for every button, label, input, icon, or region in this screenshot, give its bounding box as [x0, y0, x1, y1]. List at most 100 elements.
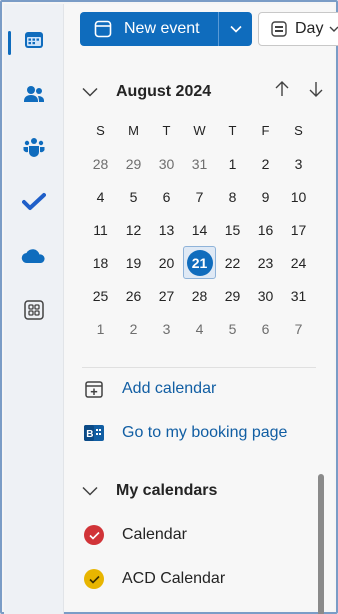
calendar-day[interactable]: 2 [117, 312, 150, 345]
new-event-icon [94, 20, 112, 38]
rail-teams-button[interactable] [4, 126, 64, 170]
chevron-down-icon [329, 26, 338, 33]
calendar-day[interactable]: 8 [216, 180, 249, 213]
calendar-week-row: 18 19 20 21 22 23 24 [84, 246, 315, 279]
calendar-day[interactable]: 12 [117, 213, 150, 246]
calendar-add-icon [82, 379, 106, 399]
calendar-day[interactable]: 6 [150, 180, 183, 213]
checkmark-icon [88, 575, 100, 584]
rail-calendar-button[interactable] [4, 18, 64, 62]
mini-calendar-grid: SMTWTFS 28 29 30 31 1 2 3 4 5 6 7 8 9 10 11 12 13 14 15 16 1… [84, 114, 315, 345]
calendar-day[interactable]: 30 [249, 279, 282, 312]
calendar-day[interactable]: 17 [282, 213, 315, 246]
calendar-day[interactable]: 6 [249, 312, 282, 345]
weekday-header-row: SMTWTFS [84, 114, 315, 147]
calendar-day[interactable]: 27 [150, 279, 183, 312]
previous-month-button[interactable] [274, 80, 290, 98]
rail-people-button[interactable] [4, 72, 64, 116]
arrow-down-icon [309, 82, 323, 97]
calendar-day[interactable]: 31 [282, 279, 315, 312]
calendar-day[interactable]: 28 [183, 279, 216, 312]
calendar-week-row: 28 29 30 31 1 2 3 [84, 147, 315, 180]
calendar-day[interactable]: 7 [282, 312, 315, 345]
calendar-day[interactable]: 23 [249, 246, 282, 279]
calendar-day[interactable]: 19 [117, 246, 150, 279]
calendar-day[interactable]: 15 [216, 213, 249, 246]
calendar-week-row: 11 12 13 14 15 16 17 [84, 213, 315, 246]
calendar-day[interactable]: 22 [216, 246, 249, 279]
calendar-day[interactable]: 30 [150, 147, 183, 180]
mini-calendar-header: August 2024 [82, 80, 323, 104]
calendar-day[interactable]: 31 [183, 147, 216, 180]
calendar-day[interactable]: 29 [216, 279, 249, 312]
calendar-day[interactable]: 1 [216, 147, 249, 180]
calendar-sidebar-pane: New event Day August 2024 S M T W T F S … [64, 4, 338, 614]
calendar-day[interactable]: 4 [183, 312, 216, 345]
calendar-week-row: 25 26 27 28 29 30 31 [84, 279, 315, 312]
rail-onedrive-button[interactable] [4, 234, 64, 278]
calendar-day[interactable]: 5 [117, 180, 150, 213]
weekday-label: M [128, 123, 139, 138]
teams-icon [23, 138, 45, 157]
new-event-dropdown-button[interactable] [218, 12, 252, 46]
calendar-day[interactable]: 26 [117, 279, 150, 312]
calendar-day[interactable]: 3 [150, 312, 183, 345]
calendar-week-row: 4 5 6 7 8 9 10 [84, 180, 315, 213]
svg-text:B: B [86, 429, 93, 440]
chevron-down-icon [82, 87, 98, 97]
weekday-label: S [96, 123, 105, 138]
calendar-day[interactable]: 24 [282, 246, 315, 279]
calendar-item-label: ACD Calendar [122, 570, 226, 587]
calendar-day[interactable]: 2 [249, 147, 282, 180]
add-calendar-link[interactable]: Add calendar [82, 376, 216, 402]
app-rail [4, 4, 64, 614]
calendar-day-today[interactable]: 21 [183, 246, 216, 279]
calendar-day[interactable]: 14 [183, 213, 216, 246]
rail-apps-button[interactable] [4, 288, 64, 332]
checkmark-icon [88, 531, 100, 540]
scrollbar-thumb[interactable] [318, 474, 324, 614]
calendar-day[interactable]: 13 [150, 213, 183, 246]
weekday-label: F [261, 123, 270, 138]
collapse-month-button[interactable] [82, 87, 98, 97]
calendar-day[interactable]: 29 [117, 147, 150, 180]
new-event-button[interactable]: New event [80, 12, 252, 46]
calendar-day[interactable]: 11 [84, 213, 117, 246]
calendar-day[interactable]: 9 [249, 180, 282, 213]
calendar-day[interactable]: 4 [84, 180, 117, 213]
calendar-day[interactable]: 20 [150, 246, 183, 279]
add-calendar-label: Add calendar [122, 380, 217, 397]
weekday-label: W [193, 123, 206, 138]
day-view-icon [271, 21, 287, 37]
arrow-up-icon [275, 81, 289, 96]
today-marker: 21 [186, 249, 213, 276]
rail-active-indicator [8, 31, 11, 55]
weekday-label: T [162, 123, 171, 138]
view-switcher-label: Day [295, 20, 324, 37]
calendar-day[interactable]: 3 [282, 147, 315, 180]
view-switcher-button[interactable]: Day [258, 12, 338, 46]
calendar-day[interactable]: 5 [216, 312, 249, 345]
calendar-day[interactable]: 16 [249, 213, 282, 246]
weekday-label: S [294, 123, 303, 138]
calendar-week-row: 1234567 [84, 312, 315, 345]
calendar-day[interactable]: 1 [84, 312, 117, 345]
calendar-color-checkbox[interactable] [84, 569, 104, 589]
onedrive-icon [21, 249, 45, 264]
new-event-label: New event [124, 20, 200, 37]
calendar-item-calendar[interactable]: Calendar [84, 522, 187, 548]
rail-todo-button[interactable] [4, 180, 64, 224]
calendar-icon [25, 32, 43, 48]
calendar-day[interactable]: 7 [183, 180, 216, 213]
my-calendars-header[interactable]: My calendars [82, 478, 217, 504]
booking-page-link[interactable]: B Go to my booking page [82, 420, 287, 446]
calendar-item-acd-calendar[interactable]: ACD Calendar [84, 566, 225, 592]
calendar-day[interactable]: 28 [84, 147, 117, 180]
weekday-label: T [228, 123, 237, 138]
calendar-day[interactable]: 10 [282, 180, 315, 213]
next-month-button[interactable] [308, 80, 324, 98]
calendar-color-checkbox[interactable] [84, 525, 104, 545]
calendar-day[interactable]: 25 [84, 279, 117, 312]
calendar-day[interactable]: 18 [84, 246, 117, 279]
my-calendars-label: My calendars [116, 482, 218, 499]
